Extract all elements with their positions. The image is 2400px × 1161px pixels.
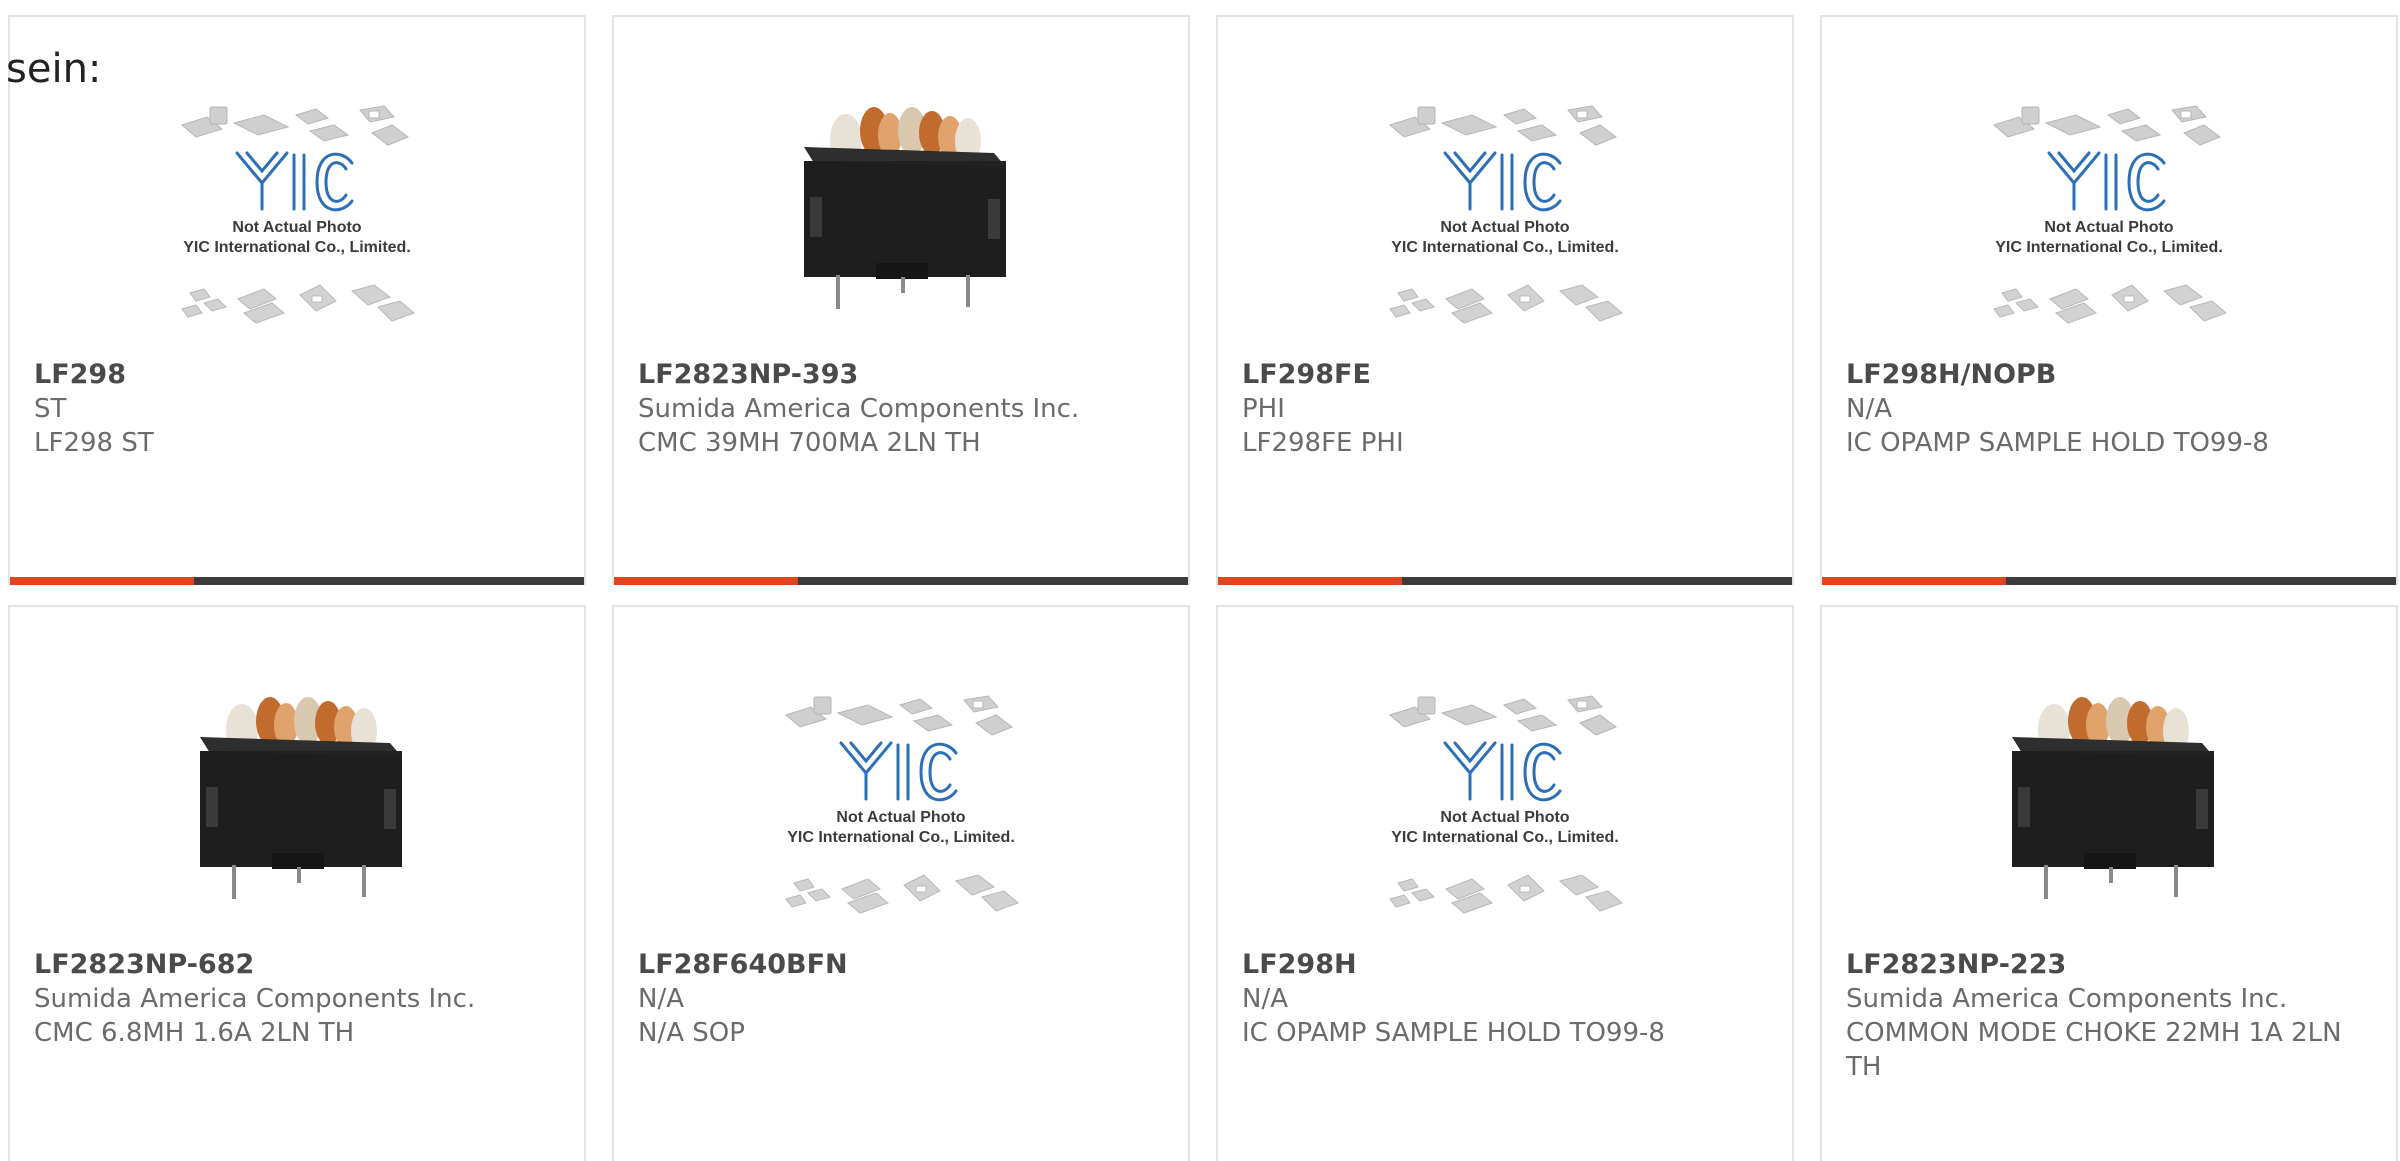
manufacturer: Sumida America Components Inc. bbox=[1846, 984, 2288, 1014]
product-image[interactable]: Not Actual Photo YIC International Co., … bbox=[756, 677, 1046, 947]
manufacturer: ST bbox=[34, 394, 67, 424]
product-image[interactable] bbox=[152, 677, 442, 947]
part-number[interactable]: LF2823NP-682 bbox=[34, 947, 560, 982]
description: COMMON MODE CHOKE 22MH 1A 2LN TH bbox=[1846, 1018, 2342, 1082]
intro-text: sein: bbox=[6, 46, 102, 92]
progress-bar bbox=[1218, 577, 1792, 585]
progress-fill bbox=[10, 577, 194, 585]
placeholder-photo[interactable]: Not Actual Photo YIC International Co., … bbox=[756, 677, 1046, 947]
svg-text:YIC International Co., Limited: YIC International Co., Limited. bbox=[183, 239, 411, 256]
placeholder-photo[interactable]: Not Actual Photo YIC International Co., … bbox=[1360, 677, 1650, 947]
product-image[interactable] bbox=[1964, 677, 2254, 947]
product-info: LF28F640BFN N/A N/A SOP bbox=[638, 947, 1164, 1050]
product-info: LF298H/NOPB N/A IC OPAMP SAMPLE HOLD TO9… bbox=[1846, 357, 2372, 460]
progress-bar bbox=[10, 577, 584, 585]
product-image[interactable] bbox=[756, 87, 1046, 357]
svg-text:YIC International Co., Limited: YIC International Co., Limited. bbox=[787, 829, 1015, 846]
product-info: LF2823NP-393 Sumida America Components I… bbox=[638, 357, 1164, 460]
progress-fill bbox=[1822, 577, 2006, 585]
product-info: LF2823NP-223 Sumida America Components I… bbox=[1846, 947, 2372, 1084]
manufacturer: N/A bbox=[1846, 394, 1892, 424]
svg-text:YIC International Co., Limited: YIC International Co., Limited. bbox=[1391, 239, 1619, 256]
product-card[interactable]: LF2823NP-223 Sumida America Components I… bbox=[1820, 605, 2398, 1161]
product-photo[interactable] bbox=[152, 677, 442, 947]
product-image[interactable]: Not Actual Photo YIC International Co., … bbox=[1964, 87, 2254, 357]
svg-text:Not Actual Photo: Not Actual Photo bbox=[2044, 219, 2173, 236]
svg-text:Not Actual Photo: Not Actual Photo bbox=[836, 809, 965, 826]
part-number[interactable]: LF2823NP-223 bbox=[1846, 947, 2372, 982]
product-card[interactable]: Not Actual Photo YIC International Co., … bbox=[1820, 15, 2398, 585]
description: LF298 ST bbox=[34, 428, 154, 458]
description: CMC 6.8MH 1.6A 2LN TH bbox=[34, 1018, 355, 1048]
progress-fill bbox=[614, 577, 798, 585]
product-image[interactable]: Not Actual Photo YIC International Co., … bbox=[152, 87, 442, 357]
manufacturer: PHI bbox=[1242, 394, 1285, 424]
description: IC OPAMP SAMPLE HOLD TO99-8 bbox=[1846, 428, 2269, 458]
description: CMC 39MH 700MA 2LN TH bbox=[638, 428, 981, 458]
product-info: LF298FE PHI LF298FE PHI bbox=[1242, 357, 1768, 460]
svg-text:Not Actual Photo: Not Actual Photo bbox=[1440, 809, 1569, 826]
product-photo[interactable] bbox=[1964, 677, 2254, 947]
placeholder-photo[interactable]: Not Actual Photo YIC International Co., … bbox=[1360, 87, 1650, 357]
manufacturer: Sumida America Components Inc. bbox=[638, 394, 1080, 424]
product-image[interactable]: Not Actual Photo YIC International Co., … bbox=[1360, 87, 1650, 357]
svg-text:Not Actual Photo: Not Actual Photo bbox=[232, 219, 361, 236]
part-number[interactable]: LF298H bbox=[1242, 947, 1768, 982]
progress-fill bbox=[1218, 577, 1402, 585]
part-number[interactable]: LF298H/NOPB bbox=[1846, 357, 2372, 392]
svg-text:YIC International Co., Limited: YIC International Co., Limited. bbox=[1995, 239, 2223, 256]
product-card[interactable]: Not Actual Photo YIC International Co., … bbox=[1216, 15, 1794, 585]
placeholder-photo[interactable]: Not Actual Photo YIC International Co., … bbox=[152, 87, 442, 357]
description: N/A SOP bbox=[638, 1018, 745, 1048]
manufacturer: Sumida America Components Inc. bbox=[34, 984, 476, 1014]
placeholder-photo[interactable]: Not Actual Photo YIC International Co., … bbox=[1964, 87, 2254, 357]
progress-bar bbox=[1822, 577, 2396, 585]
product-card[interactable]: LF2823NP-393 Sumida America Components I… bbox=[612, 15, 1190, 585]
description: LF298FE PHI bbox=[1242, 428, 1404, 458]
part-number[interactable]: LF298 bbox=[34, 357, 560, 392]
product-info: LF298 ST LF298 ST bbox=[34, 357, 560, 460]
manufacturer: N/A bbox=[1242, 984, 1288, 1014]
progress-bar bbox=[614, 577, 1188, 585]
product-card[interactable]: LF2823NP-682 Sumida America Components I… bbox=[8, 605, 586, 1161]
product-info: LF298H N/A IC OPAMP SAMPLE HOLD TO99-8 bbox=[1242, 947, 1768, 1050]
svg-text:Not Actual Photo: Not Actual Photo bbox=[1440, 219, 1569, 236]
product-photo[interactable] bbox=[756, 87, 1046, 357]
product-card[interactable]: Not Actual Photo YIC International Co., … bbox=[1216, 605, 1794, 1161]
product-grid-page: sein: Not Actual Photo YIC International… bbox=[0, 0, 2400, 1161]
manufacturer: N/A bbox=[638, 984, 684, 1014]
svg-text:YIC International Co., Limited: YIC International Co., Limited. bbox=[1391, 829, 1619, 846]
product-card[interactable]: Not Actual Photo YIC International Co., … bbox=[8, 15, 586, 585]
part-number[interactable]: LF298FE bbox=[1242, 357, 1768, 392]
part-number[interactable]: LF2823NP-393 bbox=[638, 357, 1164, 392]
product-info: LF2823NP-682 Sumida America Components I… bbox=[34, 947, 560, 1050]
product-card[interactable]: Not Actual Photo YIC International Co., … bbox=[612, 605, 1190, 1161]
description: IC OPAMP SAMPLE HOLD TO99-8 bbox=[1242, 1018, 1665, 1048]
product-image[interactable]: Not Actual Photo YIC International Co., … bbox=[1360, 677, 1650, 947]
part-number[interactable]: LF28F640BFN bbox=[638, 947, 1164, 982]
